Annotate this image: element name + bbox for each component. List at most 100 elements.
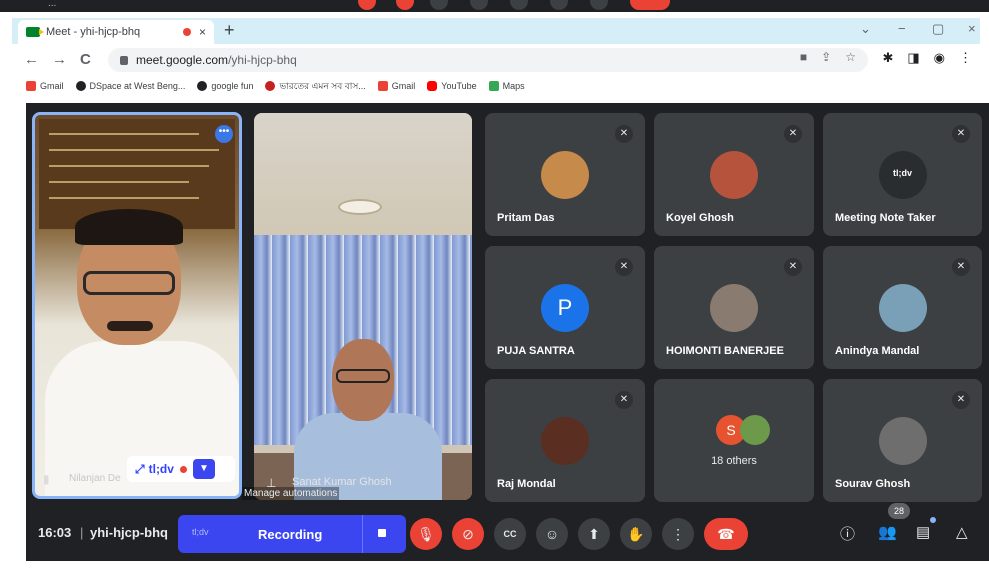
tldv-recording-chip[interactable]: ⤢ tl;dv ▼ — [127, 456, 235, 482]
avatar — [541, 417, 589, 465]
captions-button[interactable]: CC — [494, 518, 526, 550]
extensions-icon[interactable]: ✱ — [882, 50, 893, 66]
pin-icon[interactable]: ▼ — [192, 459, 215, 479]
dot-icon — [470, 0, 488, 10]
mic-icon: ▮ — [43, 472, 50, 486]
bookmark-google-fun[interactable]: google fun — [197, 81, 253, 91]
toolbar-icons: ✱ ◨ ◉ ⋮ — [882, 50, 972, 66]
avatar: P — [541, 284, 589, 332]
people-button[interactable]: 👥 — [878, 523, 897, 541]
meet-favicon-icon — [26, 27, 44, 37]
tile-hoimonti-banerjee[interactable]: ✕ HOIMONTI BANERJEE — [654, 246, 814, 369]
tile-pritam-das[interactable]: ✕ Pritam Das — [485, 113, 645, 236]
present-button[interactable]: ⬆ — [578, 518, 610, 550]
participant-name: Koyel Ghosh — [666, 212, 734, 224]
forward-button[interactable]: → — [52, 51, 67, 68]
others-count-label: 18 others — [711, 455, 757, 467]
gmail-icon — [377, 81, 388, 91]
more-options-button[interactable]: ⋮ — [662, 518, 694, 550]
site-icon — [265, 81, 276, 91]
bookmark-dspace[interactable]: DSpace at West Beng... — [75, 81, 186, 91]
globe-icon — [75, 81, 86, 91]
bookmark-label: Gmail — [391, 81, 416, 91]
avatar — [740, 415, 770, 445]
recording-dot-icon — [182, 28, 191, 36]
screenshot-frame: ... Meet - yhi-hjcp-bhq × + ⌄ − ▢ × ← → … — [0, 0, 989, 570]
tile-meeting-note-taker[interactable]: ✕ tl;dv Meeting Note Taker — [823, 113, 982, 236]
bookmark-maps[interactable]: Maps — [488, 81, 525, 91]
profile-avatar-icon[interactable]: ◉ — [934, 50, 945, 66]
tile-anindya-mandal[interactable]: ✕ Anindya Mandal — [823, 246, 982, 369]
meeting-info-button[interactable]: ⓘ — [840, 523, 855, 544]
tile-sourav-ghosh[interactable]: ✕ Sourav Ghosh — [823, 379, 982, 502]
bookmark-gmail[interactable]: Gmail — [26, 81, 64, 91]
mic-toggle-button[interactable]: 🎙 — [410, 518, 442, 550]
bookmark-gmail-2[interactable]: Gmail — [377, 81, 416, 91]
side-panel-icon[interactable]: ◨ — [907, 50, 919, 66]
dot-icon — [550, 0, 568, 10]
pinned-video-tile[interactable]: ••• ⤢ tl;dv ▼ ▮ Nilanjan De — [32, 112, 242, 499]
red-pill-icon — [630, 0, 670, 10]
manage-automations-label[interactable]: Manage automations — [242, 487, 340, 500]
participant-name: PUJA SANTRA — [497, 345, 575, 357]
expand-icon[interactable]: ⤢ — [135, 462, 145, 477]
url-input[interactable]: meet.google.com/yhi-hjcp-bhq ■ ⇪ ☆ — [108, 48, 868, 72]
minimize-button[interactable]: − — [898, 21, 906, 36]
omnibox-icons: ■ ⇪ ☆ — [800, 50, 856, 64]
tab-search-button[interactable]: ⌄ — [860, 21, 871, 37]
mic-off-icon: ✕ — [784, 258, 802, 276]
globe-icon — [197, 81, 208, 91]
tldv-recording-bar[interactable]: tl;dv Recording — [178, 515, 406, 553]
tile-puja-santra[interactable]: ✕ P PUJA SANTRA — [485, 246, 645, 369]
raise-hand-button[interactable]: ✋ — [620, 518, 652, 550]
tab-title: Meet - yhi-hjcp-bhq — [46, 26, 141, 38]
ellipsis-icon: ... — [48, 0, 57, 9]
meet-stage: ••• ⤢ tl;dv ▼ ▮ Nilanjan De ⊥ Sanat Kuma… — [26, 103, 989, 561]
tile-more-options-button[interactable]: ••• — [215, 125, 233, 143]
red-dot-icon — [358, 0, 376, 10]
tile-raj-mondal[interactable]: ✕ Raj Mondal — [485, 379, 645, 502]
bookmark-bengali[interactable]: ভারতের এমন সব বাস... — [265, 79, 366, 94]
back-button[interactable]: ← — [24, 51, 39, 68]
emoji-button[interactable]: ☺ — [536, 518, 568, 550]
camera-toggle-button[interactable]: ⊘ — [452, 518, 484, 550]
tab-meet[interactable]: Meet - yhi-hjcp-bhq × — [18, 20, 214, 44]
stop-recording-button[interactable] — [378, 529, 386, 537]
red-dot-icon — [396, 0, 414, 10]
ceiling-lamp — [338, 199, 382, 215]
avatar — [710, 151, 758, 199]
bookmark-label: Maps — [502, 81, 525, 91]
meeting-time: 16:03 — [38, 525, 72, 540]
speaker-hair — [75, 209, 183, 245]
close-window-button[interactable]: × — [968, 21, 976, 36]
tile-others[interactable]: S 18 others — [654, 379, 814, 502]
tile-koyel-ghosh[interactable]: ✕ Koyel Ghosh — [654, 113, 814, 236]
top-strip: ... — [0, 0, 989, 12]
camera-permission-icon[interactable]: ■ — [800, 50, 807, 64]
video-tile-sanat[interactable]: ⊥ Sanat Kumar Ghosh — [254, 113, 472, 500]
leave-call-button[interactable]: ☎ — [704, 518, 748, 550]
share-icon[interactable]: ⇪ — [821, 50, 831, 64]
bookmark-label: google fun — [211, 81, 254, 91]
bookmark-youtube[interactable]: YouTube — [427, 81, 477, 91]
mic-off-icon: ✕ — [615, 258, 633, 276]
bookmark-label: DSpace at West Beng... — [89, 81, 186, 91]
tab-close-button[interactable]: × — [199, 25, 206, 39]
mic-off-icon: ✕ — [952, 391, 970, 409]
activities-button[interactable]: △ — [956, 523, 968, 541]
browser-menu-icon[interactable]: ⋮ — [959, 50, 972, 66]
restore-button[interactable]: ▢ — [932, 21, 944, 37]
participant-name: Raj Mondal — [497, 478, 556, 490]
new-tab-button[interactable]: + — [224, 20, 235, 40]
bookmark-label: YouTube — [441, 81, 477, 91]
bookmarks-bar: Gmail DSpace at West Beng... google fun … — [12, 76, 980, 96]
chat-button[interactable]: ▤ — [916, 523, 930, 541]
mic-off-icon: ✕ — [784, 125, 802, 143]
bookmark-label: ভারতের এমন সব বাস... — [279, 80, 366, 91]
mic-off-icon: ✕ — [952, 125, 970, 143]
recording-dot-icon — [179, 465, 187, 473]
participants-count-badge: 28 — [888, 503, 910, 519]
reload-button[interactable]: C — [80, 51, 91, 68]
bookmark-star-icon[interactable]: ☆ — [845, 50, 856, 64]
avatar — [878, 417, 927, 465]
